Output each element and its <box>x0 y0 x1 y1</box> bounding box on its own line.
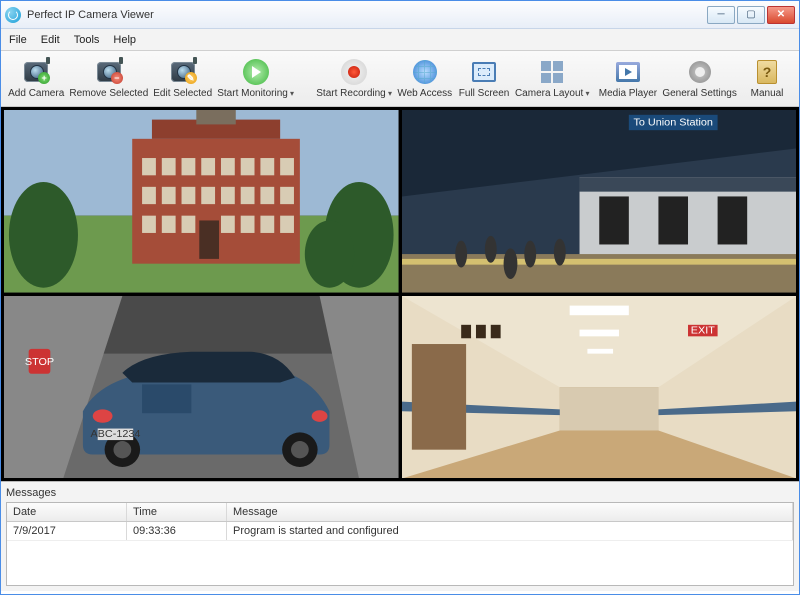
general-settings-button[interactable]: General Settings <box>662 53 737 105</box>
start-monitoring-label: Start Monitoring <box>217 88 294 99</box>
messages-panel: Messages Date Time Message 7/9/2017 09:3… <box>1 481 799 591</box>
manual-button[interactable]: Manual <box>741 53 793 105</box>
record-icon <box>340 58 368 86</box>
add-camera-button[interactable]: + Add Camera <box>7 53 65 105</box>
camera-feed-4[interactable]: EXIT <box>402 296 797 479</box>
toolbar: + Add Camera − Remove Selected ✎ Edit Se… <box>1 51 799 107</box>
messages-header-row: Date Time Message <box>7 503 793 522</box>
web-access-button[interactable]: Web Access <box>396 53 453 105</box>
start-recording-label: Start Recording <box>316 88 392 99</box>
book-icon <box>753 58 781 86</box>
remove-selected-label: Remove Selected <box>69 88 148 99</box>
messages-title: Messages <box>6 487 794 499</box>
edit-selected-button[interactable]: ✎ Edit Selected <box>152 53 213 105</box>
camera-remove-icon: − <box>95 58 123 86</box>
camera-feed-3[interactable]: STOP ABC-1234 <box>4 296 399 479</box>
cell-time: 09:33:36 <box>127 522 227 540</box>
remove-selected-button[interactable]: − Remove Selected <box>69 53 148 105</box>
media-player-button[interactable]: Media Player <box>598 53 658 105</box>
menu-edit[interactable]: Edit <box>41 34 60 46</box>
fullscreen-icon <box>470 58 498 86</box>
camera-edit-icon: ✎ <box>169 58 197 86</box>
cell-date: 7/9/2017 <box>7 522 127 540</box>
camera-layout-button[interactable]: Camera Layout <box>515 53 590 105</box>
globe-icon <box>411 58 439 86</box>
start-monitoring-button[interactable]: Start Monitoring <box>217 53 294 105</box>
add-camera-label: Add Camera <box>8 88 64 99</box>
maximize-button[interactable]: ▢ <box>737 6 765 24</box>
menu-file[interactable]: File <box>9 34 27 46</box>
col-header-time[interactable]: Time <box>127 503 227 521</box>
camera-add-icon: + <box>22 58 50 86</box>
app-icon <box>5 7 21 23</box>
svg-text:EXIT: EXIT <box>690 324 715 336</box>
camera-feed-2[interactable]: To Union Station <box>402 110 797 293</box>
edit-selected-label: Edit Selected <box>153 88 212 99</box>
messages-table[interactable]: Date Time Message 7/9/2017 09:33:36 Prog… <box>6 502 794 586</box>
full-screen-button[interactable]: Full Screen <box>457 53 510 105</box>
camera-layout-label: Camera Layout <box>515 88 590 99</box>
col-header-date[interactable]: Date <box>7 503 127 521</box>
cell-message: Program is started and configured <box>227 522 793 540</box>
svg-text:ABC-1234: ABC-1234 <box>90 428 140 440</box>
media-player-label: Media Player <box>599 88 657 99</box>
minimize-button[interactable]: ─ <box>707 6 735 24</box>
general-settings-label: General Settings <box>662 88 737 99</box>
title-bar: Perfect IP Camera Viewer ─ ▢ ✕ <box>1 1 799 29</box>
window-title: Perfect IP Camera Viewer <box>27 9 154 21</box>
svg-text:To Union Station: To Union Station <box>633 116 713 128</box>
menu-tools[interactable]: Tools <box>74 34 100 46</box>
manual-label: Manual <box>751 88 784 99</box>
camera-grid: To Union Station STOP ABC-1234 <box>1 107 799 481</box>
media-player-icon <box>614 58 642 86</box>
close-button[interactable]: ✕ <box>767 6 795 24</box>
menu-help[interactable]: Help <box>113 34 136 46</box>
table-row[interactable]: 7/9/2017 09:33:36 Program is started and… <box>7 522 793 541</box>
grid-icon <box>538 58 566 86</box>
web-access-label: Web Access <box>397 88 452 99</box>
full-screen-label: Full Screen <box>459 88 510 99</box>
menu-bar: File Edit Tools Help <box>1 29 799 51</box>
camera-feed-1[interactable] <box>4 110 399 293</box>
play-icon <box>242 58 270 86</box>
window-controls: ─ ▢ ✕ <box>707 6 795 24</box>
start-recording-button[interactable]: Start Recording <box>316 53 392 105</box>
gear-icon <box>686 58 714 86</box>
col-header-message[interactable]: Message <box>227 503 793 521</box>
svg-text:STOP: STOP <box>25 356 54 368</box>
